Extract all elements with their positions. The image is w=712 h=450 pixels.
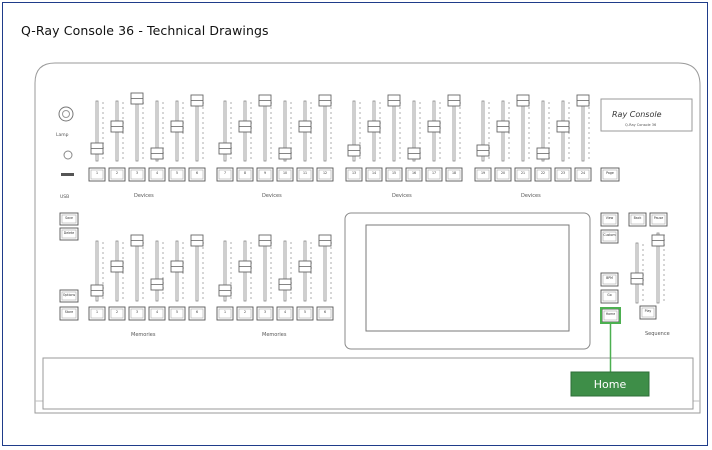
device-button-10-label: 10	[283, 171, 287, 175]
left-key-store-label: Store	[65, 310, 73, 314]
memory-button-5-label: 5	[176, 310, 178, 314]
right-key-go-label: Go	[607, 293, 611, 297]
device-fader-9-track	[263, 100, 267, 162]
devices-group-label-1: Devices	[134, 193, 154, 199]
logo-title: Ray Console	[612, 110, 662, 119]
device-button-2-label: 2	[116, 171, 118, 175]
memory-button-6-label: 6	[196, 310, 198, 314]
memory-button-9-label: 3	[264, 310, 266, 314]
device-button-9-label: 9	[264, 171, 266, 175]
device-page-button-label: Page	[606, 171, 614, 175]
memory-fader-3-track	[135, 240, 139, 302]
left-key-options-label: Options	[63, 293, 76, 297]
touch-screen-display	[365, 224, 570, 332]
right-key-home-label: Home	[606, 312, 615, 316]
memory-fader-10-track	[283, 240, 287, 302]
device-button-23-label: 23	[561, 171, 565, 175]
device-button-22-label: 22	[541, 171, 545, 175]
device-button-16-label: 16	[412, 171, 416, 175]
device-button-24-label: 24	[581, 171, 585, 175]
sequence-key-pause-label: Pause	[654, 216, 663, 220]
devices-group-label-2: Devices	[262, 193, 282, 199]
device-button-1-label: 1	[96, 171, 98, 175]
memory-fader-12-track	[323, 240, 327, 302]
device-button-20-label: 20	[501, 171, 505, 175]
drawing-frame: Q-Ray Console 36 - Technical Drawings La…	[2, 2, 708, 446]
home-callout-label: Home	[594, 378, 627, 391]
device-button-15-label: 15	[392, 171, 396, 175]
left-key-delete-label: Delete	[64, 231, 75, 235]
right-key-bpm-label: BPM	[606, 276, 613, 280]
device-button-7-label: 7	[224, 171, 226, 175]
memory-fader-4-track	[155, 240, 159, 302]
device-fader-6-track	[195, 100, 199, 162]
sequence-key-back-label: Back	[634, 216, 642, 220]
device-button-8-label: 8	[244, 171, 246, 175]
device-button-13-label: 13	[352, 171, 356, 175]
memory-button-11-label: 5	[304, 310, 306, 314]
memories-group-label-2: Memories	[262, 332, 287, 338]
device-button-14-label: 14	[372, 171, 376, 175]
memory-button-2-label: 2	[116, 310, 118, 314]
device-fader-15-track	[392, 100, 396, 162]
memory-fader-9-track	[263, 240, 267, 302]
device-fader-3-track	[135, 100, 139, 162]
right-key-view-label: View	[606, 216, 614, 220]
device-fader-18-track	[452, 100, 456, 162]
memory-button-8-label: 2	[244, 310, 246, 314]
memory-fader-6-track	[195, 240, 199, 302]
logo-subtitle: Q-Ray Console 36	[625, 123, 656, 127]
console-drawing: Lamp USB Ray Console Q-Ray Console 36 De…	[34, 62, 701, 414]
memory-button-1-label: 1	[96, 310, 98, 314]
device-button-11-label: 11	[303, 171, 307, 175]
usb-port-icon	[61, 173, 74, 176]
lamp-socket-inner	[62, 110, 70, 118]
device-fader-24-track	[581, 100, 585, 162]
devices-group-label-4: Devices	[521, 193, 541, 199]
usb-label: USB	[60, 194, 69, 200]
left-key-save-label: Save	[65, 216, 73, 220]
lamp-label: Lamp	[56, 132, 69, 138]
sequence-key-play-label: Play	[645, 309, 652, 313]
sequence-label: Sequence	[645, 331, 670, 337]
indicator-led	[63, 150, 73, 160]
device-button-6-label: 6	[196, 171, 198, 175]
memories-group-label-1: Memories	[131, 332, 156, 338]
right-key-custom-label: Custom	[603, 233, 615, 237]
memory-button-12-label: 6	[324, 310, 326, 314]
device-fader-21-track	[521, 100, 525, 162]
device-button-12-label: 12	[323, 171, 327, 175]
device-button-18-label: 18	[452, 171, 456, 175]
device-button-21-label: 21	[521, 171, 525, 175]
devices-group-label-3: Devices	[392, 193, 412, 199]
memory-button-10-label: 4	[284, 310, 286, 314]
device-button-4-label: 4	[156, 171, 158, 175]
device-fader-12-track	[323, 100, 327, 162]
memory-button-7-label: 1	[224, 310, 226, 314]
device-button-19-label: 19	[481, 171, 485, 175]
device-button-17-label: 17	[432, 171, 436, 175]
memory-button-3-label: 3	[136, 310, 138, 314]
memory-button-4-label: 4	[156, 310, 158, 314]
device-button-5-label: 5	[176, 171, 178, 175]
device-button-3-label: 3	[136, 171, 138, 175]
